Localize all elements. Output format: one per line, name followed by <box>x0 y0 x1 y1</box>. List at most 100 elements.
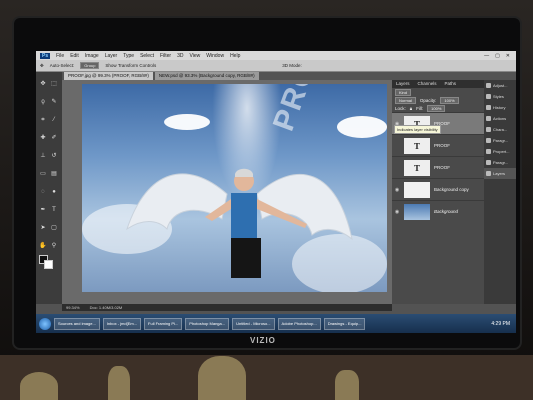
taskbar-item[interactable]: Untitled - Microso... <box>232 317 275 330</box>
opacity-label: Opacity: <box>419 97 437 103</box>
tooltip: Indicates layer visibility <box>394 125 441 134</box>
move-tool-icon[interactable]: ✥ <box>39 81 47 88</box>
tab-new-psd[interactable]: NEW.psd @ 93.3% (Background copy, RGB/8#… <box>154 72 259 80</box>
start-button[interactable] <box>39 317 51 330</box>
path-select-icon[interactable]: ➤ <box>39 225 47 232</box>
eraser-icon[interactable]: ▭ <box>39 171 47 178</box>
dock-label: Layers <box>493 171 506 176</box>
tab-layers[interactable]: Layers <box>392 80 414 88</box>
dock-label: Adjust... <box>493 83 508 88</box>
dock-label: Actions <box>493 116 507 121</box>
pen-tool-icon[interactable]: ✒ <box>39 207 47 214</box>
taskbar-item[interactable]: Full Framing Pi... <box>144 317 183 330</box>
taskbar-item[interactable]: Sources and image... <box>54 317 100 330</box>
menu-view[interactable]: View <box>190 53 201 59</box>
eye-icon[interactable]: ◉ <box>394 209 400 215</box>
paragraph-icon <box>486 138 491 143</box>
dock-character[interactable]: Chara... <box>484 124 516 135</box>
dock-styles[interactable]: Styles <box>484 91 516 102</box>
clone-stamp-icon[interactable]: ⊥ <box>39 153 47 160</box>
monitor-brand-logo: VIZIO <box>250 336 276 345</box>
lasso-tool-icon[interactable]: ϙ <box>39 99 47 106</box>
menu-image[interactable]: Image <box>85 53 99 59</box>
zoom-tool-icon[interactable]: ⚲ <box>50 243 58 250</box>
dock-adjustments[interactable]: Adjust... <box>484 80 516 91</box>
fill-input[interactable]: 100% <box>427 104 446 112</box>
canvas-area[interactable]: PROOF <box>62 80 392 304</box>
tab-channels[interactable]: Channels <box>414 80 441 88</box>
show-transform-checkbox[interactable]: Show Transform Controls <box>105 63 156 68</box>
options-bar: ✥ Auto-Select: Group Show Transform Cont… <box>36 60 516 72</box>
taskbar-item[interactable]: Drawings - Equip... <box>323 317 366 330</box>
menu-3d[interactable]: 3D <box>177 53 183 59</box>
document-image[interactable]: PROOF <box>82 84 387 292</box>
background-color[interactable] <box>44 260 53 269</box>
dock-properties[interactable]: Propert... <box>484 146 516 157</box>
dock-actions[interactable]: Actions <box>484 113 516 124</box>
layers-panel-tabs: Layers Channels Paths <box>392 80 484 88</box>
taskbar-item[interactable]: Photoshop Manga... <box>185 317 230 330</box>
taskbar-item[interactable]: Inbox - jmd[Em... <box>102 317 142 330</box>
opacity-input[interactable]: 100% <box>440 96 459 104</box>
kind-filter-select[interactable]: Kind <box>395 88 412 96</box>
hand-tool-icon[interactable]: ✋ <box>39 243 47 250</box>
photoshop-logo-icon[interactable]: Ps <box>40 52 51 59</box>
layer-thumb <box>404 181 430 198</box>
gradient-icon[interactable]: ▤ <box>50 171 58 178</box>
dodge-tool-icon[interactable]: ● <box>50 189 58 196</box>
menu-select[interactable]: Select <box>140 53 154 59</box>
dock-label: Chara... <box>493 127 508 132</box>
shape-tool-icon[interactable]: ▢ <box>50 225 58 232</box>
healing-brush-icon[interactable]: ✚ <box>39 135 47 142</box>
layer-name: PROOF <box>434 165 451 170</box>
menu-help[interactable]: Help <box>230 53 240 59</box>
menu-filter[interactable]: Filter <box>160 53 171 59</box>
blend-row: Normal Opacity: 100% <box>392 96 484 104</box>
menu-window[interactable]: Window <box>206 53 224 59</box>
dock-layers[interactable]: Layers <box>484 168 516 179</box>
menu-file[interactable]: File <box>56 53 64 59</box>
dock-paragraph-styles[interactable]: Paragr... <box>484 157 516 168</box>
eyedropper-icon[interactable]: ⁄ <box>50 117 58 124</box>
group-select[interactable]: Group <box>80 62 100 69</box>
menu-edit[interactable]: Edit <box>70 53 79 59</box>
maximize-button[interactable]: ▢ <box>495 53 500 59</box>
menu-type[interactable]: Type <box>123 53 134 59</box>
menu-layer[interactable]: Layer <box>105 53 118 59</box>
auto-select-checkbox[interactable]: Auto-Select: <box>50 63 75 68</box>
dock-label: History <box>493 105 506 110</box>
fill-label: Fill: <box>416 105 424 111</box>
dock-paragraph[interactable]: Paragr... <box>484 135 516 146</box>
type-tool-icon[interactable]: T <box>50 207 58 214</box>
tools-panel: ✥ ⬚ ϙ ✎ ⌗ ⁄ ✚ ✐ ⊥ ↺ ▭ ▤ ◌ ● ✒ T ➤ ▢ ✋ ⚲ <box>36 72 62 304</box>
blend-mode-select[interactable]: Normal <box>395 96 416 104</box>
lock-row: Lock: 🔒︎ Fill: 100% <box>392 104 484 112</box>
character-icon <box>486 127 491 132</box>
crop-tool-icon[interactable]: ⌗ <box>39 117 47 124</box>
taskbar-item[interactable]: Adobe Photoshop... <box>277 317 321 330</box>
layer-row[interactable]: ◉ Background <box>392 200 484 222</box>
cloud <box>337 116 387 138</box>
marquee-tool-icon[interactable]: ⬚ <box>50 81 58 88</box>
statue <box>335 370 359 400</box>
history-brush-icon[interactable]: ↺ <box>50 153 58 160</box>
move-tool-icon[interactable]: ✥ <box>40 63 44 69</box>
layer-row[interactable]: T PROOF <box>392 134 484 156</box>
layer-row[interactable]: T PROOF <box>392 156 484 178</box>
dock-label: Styles <box>493 94 504 99</box>
tab-proof[interactable]: PROOF.jpg @ 99.3% (PROOF, RGB/8#) <box>64 72 153 80</box>
status-bar: 99.34% Doc: 1.40M/3.02M <box>62 304 392 311</box>
quick-select-icon[interactable]: ✎ <box>50 99 58 106</box>
taskbar-clock[interactable]: 4:29 PM <box>491 321 516 327</box>
layer-row[interactable]: ◉ Background copy <box>392 178 484 200</box>
close-button[interactable]: ✕ <box>506 53 510 59</box>
eye-icon[interactable]: ◉ <box>394 187 400 193</box>
blur-tool-icon[interactable]: ◌ <box>39 189 47 196</box>
lock-icon[interactable]: 🔒︎ <box>410 106 412 111</box>
color-swatches[interactable] <box>39 255 62 271</box>
minimize-button[interactable]: — <box>484 53 489 59</box>
tab-paths[interactable]: Paths <box>441 80 461 88</box>
dock-history[interactable]: History <box>484 102 516 113</box>
brush-tool-icon[interactable]: ✐ <box>50 135 58 142</box>
zoom-level[interactable]: 99.34% <box>66 305 80 310</box>
